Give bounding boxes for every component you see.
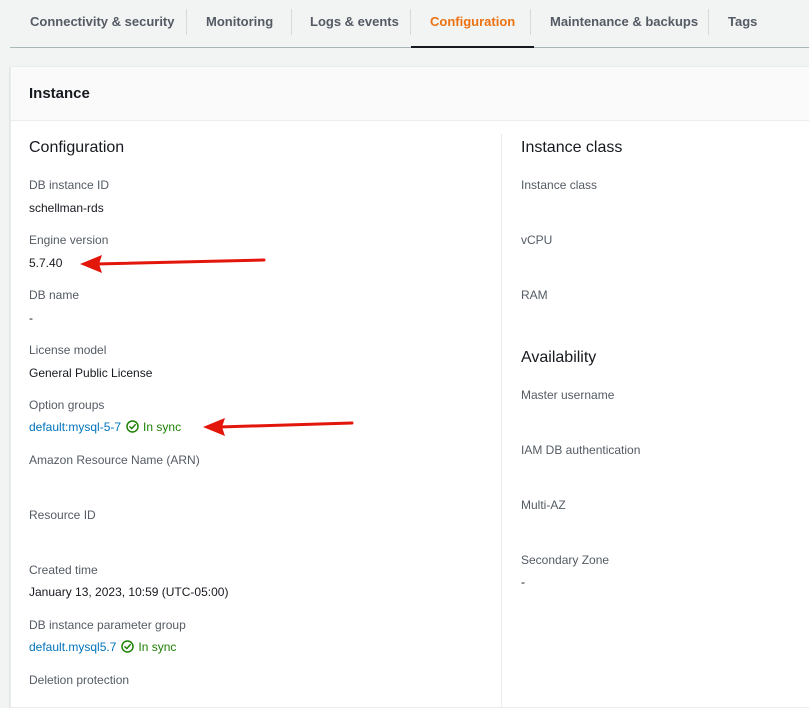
master-username-label: Master username: [521, 388, 615, 402]
tab-separator: [530, 9, 531, 35]
db-instance-id-value: schellman-rds: [29, 201, 104, 215]
option-group-status: In sync: [143, 420, 182, 434]
tab-configuration[interactable]: Configuration: [411, 0, 535, 48]
created-time-label: Created time: [29, 563, 98, 577]
iam-db-auth-label: IAM DB authentication: [521, 443, 641, 457]
deletion-protection-label: Deletion protection: [29, 673, 130, 687]
resource-id-label: Resource ID: [29, 508, 96, 522]
check-circle-icon: [126, 420, 139, 433]
panel-title: Instance: [29, 85, 90, 102]
tab-monitoring[interactable]: Monitoring: [206, 0, 273, 47]
tab-logs-events[interactable]: Logs & events: [310, 0, 399, 47]
tab-separator: [291, 9, 292, 35]
vcpu-label: vCPU: [521, 233, 553, 247]
db-name-label: DB name: [29, 288, 80, 302]
option-group-link[interactable]: default:mysql-5-7: [29, 420, 121, 434]
tab-separator: [186, 9, 187, 35]
parameter-group-value: default.mysql5.7 In sync: [29, 640, 176, 654]
instance-class-label: Instance class: [521, 178, 598, 192]
db-instance-id-label: DB instance ID: [29, 178, 110, 192]
tab-connectivity-security[interactable]: Connectivity & security: [30, 0, 175, 47]
instance-panel: Instance Configuration DB instance ID sc…: [10, 66, 809, 708]
ram-label: RAM: [521, 288, 548, 302]
tab-separator: [708, 9, 709, 35]
multi-az-label: Multi-AZ: [521, 498, 566, 512]
tab-maintenance-backups[interactable]: Maintenance & backups: [550, 0, 698, 47]
secondary-zone-value: -: [521, 575, 525, 589]
instance-class-section-title: Instance class: [521, 139, 623, 156]
panel-header: Instance: [11, 67, 809, 121]
engine-version-value: 5.7.40: [29, 256, 63, 270]
tab-tags[interactable]: Tags: [728, 0, 757, 47]
option-groups-label: Option groups: [29, 398, 105, 412]
option-groups-value: default:mysql-5-7 In sync: [29, 420, 181, 434]
created-time-value: January 13, 2023, 10:59 (UTC-05:00): [29, 585, 229, 599]
check-circle-icon: [121, 640, 135, 653]
license-model-value: General Public License: [29, 366, 153, 380]
tab-bar: Connectivity & security Monitoring Logs …: [10, 0, 809, 48]
parameter-group-link[interactable]: default.mysql5.7: [29, 640, 116, 654]
availability-section-title: Availability: [521, 349, 597, 366]
parameter-group-status: In sync: [138, 640, 177, 654]
configuration-section-title: Configuration: [29, 139, 125, 156]
column-divider: [501, 134, 502, 707]
parameter-group-label: DB instance parameter group: [29, 618, 186, 632]
arn-label: Amazon Resource Name (ARN): [29, 453, 200, 467]
engine-version-label: Engine version: [29, 233, 109, 247]
secondary-zone-label: Secondary Zone: [521, 553, 610, 567]
db-name-value: -: [29, 311, 33, 325]
license-model-label: License model: [29, 343, 107, 357]
